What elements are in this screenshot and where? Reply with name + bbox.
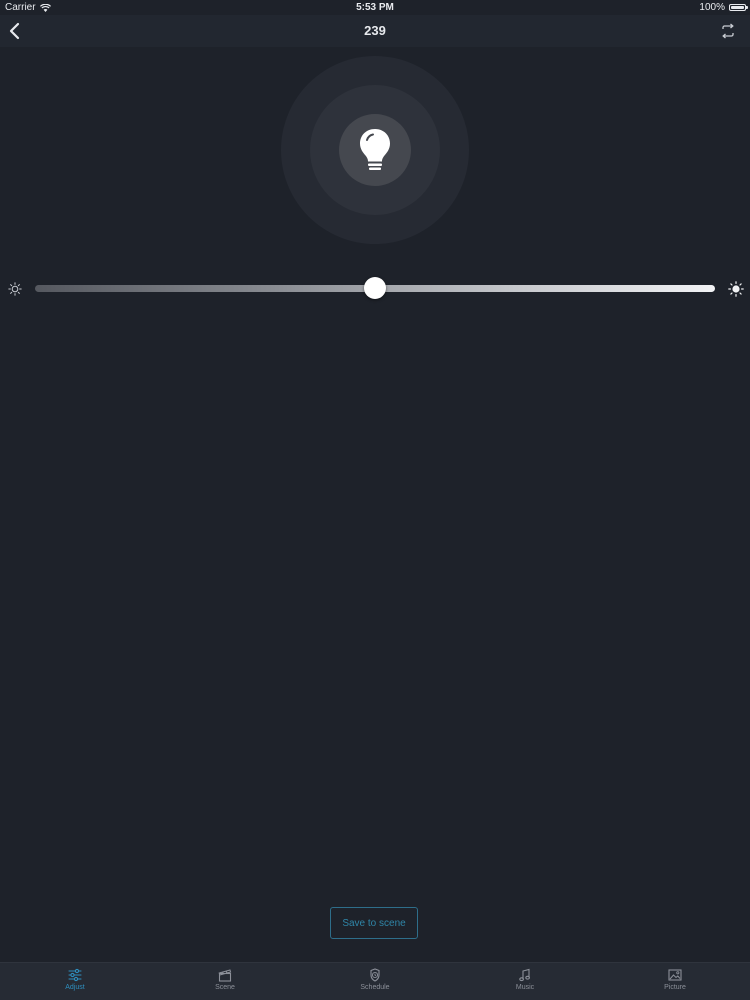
music-note-icon bbox=[519, 968, 530, 982]
status-bar: Carrier 5:53 PM 100% bbox=[0, 0, 750, 15]
battery-percent: 100% bbox=[699, 2, 725, 13]
tab-label: Schedule bbox=[360, 984, 390, 991]
save-to-scene-button[interactable]: Save to scene bbox=[330, 907, 418, 939]
tab-schedule[interactable]: Schedule bbox=[330, 963, 420, 1000]
light-control-screen: Carrier 5:53 PM 100% 239 Save to scene A… bbox=[0, 0, 750, 1000]
picture-icon bbox=[668, 969, 682, 981]
tab-label: Picture bbox=[664, 984, 686, 991]
battery-icon bbox=[729, 4, 748, 11]
light-bulb-icon bbox=[360, 129, 390, 170]
tab-music[interactable]: Music bbox=[480, 963, 570, 1000]
tab-picture[interactable]: Picture bbox=[630, 963, 720, 1000]
back-button[interactable] bbox=[6, 20, 26, 42]
bulb-power-toggle[interactable] bbox=[281, 56, 469, 244]
tab-label: Scene bbox=[215, 984, 235, 991]
switch-button[interactable] bbox=[720, 23, 736, 39]
brightness-low-icon bbox=[8, 282, 22, 296]
nav-bar: 239 bbox=[0, 15, 750, 47]
tab-label: Music bbox=[515, 984, 535, 991]
sliders-icon bbox=[68, 968, 82, 982]
clock-icon bbox=[370, 968, 380, 982]
tab-bar: Adjust Scene Schedule Music Picture bbox=[0, 962, 750, 1000]
tab-adjust[interactable]: Adjust bbox=[30, 963, 120, 1000]
status-time: 5:53 PM bbox=[356, 2, 394, 13]
repeat-icon bbox=[722, 23, 734, 39]
brightness-high-icon bbox=[728, 281, 744, 297]
tab-label: Adjust bbox=[65, 984, 85, 991]
clapperboard-icon bbox=[218, 969, 232, 982]
page-title: 239 bbox=[364, 23, 386, 38]
brightness-slider-thumb[interactable] bbox=[364, 277, 386, 299]
chevron-left-icon bbox=[9, 22, 20, 40]
status-battery: 100% bbox=[699, 2, 748, 13]
tab-scene[interactable]: Scene bbox=[180, 963, 270, 1000]
